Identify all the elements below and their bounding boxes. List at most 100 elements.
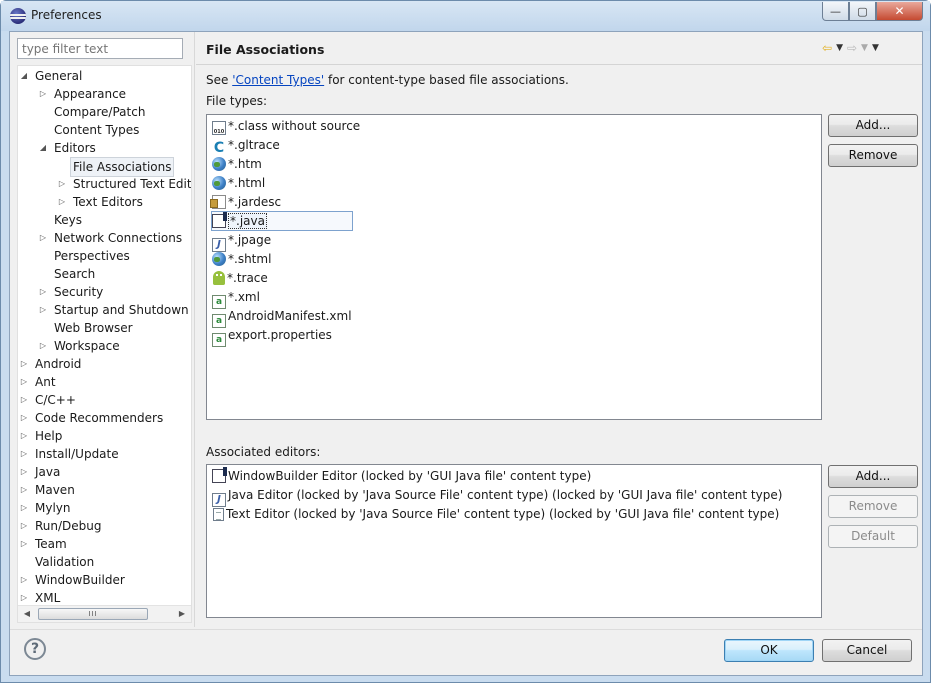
editor-row-label: Java Editor (locked by 'Java Source File… <box>228 488 783 502</box>
tree-collapsed-icon[interactable]: ▷ <box>19 517 29 535</box>
tree-item-label: General <box>35 69 83 83</box>
minimize-button[interactable]: — <box>822 2 849 21</box>
file-type-row[interactable]: *.trace <box>212 269 268 287</box>
file-type-row[interactable]: C *.gltrace <box>212 136 280 155</box>
file-type-row[interactable]: *.java <box>211 211 353 231</box>
cancel-button[interactable]: Cancel <box>822 639 912 662</box>
tree-collapsed-icon[interactable]: ▷ <box>19 571 29 589</box>
pane-divider[interactable] <box>194 32 195 627</box>
view-menu-icon[interactable]: ▼ <box>872 40 879 56</box>
tree-item[interactable]: ▷ Workspace <box>18 337 191 355</box>
tree-item[interactable]: Perspectives <box>18 247 191 265</box>
tree-collapsed-icon[interactable]: ▷ <box>57 175 67 193</box>
file-type-row[interactable]: *.shtml <box>212 250 271 268</box>
tree-item[interactable]: ▷ Text Editors <box>18 193 191 211</box>
tree-collapsed-icon[interactable]: ▷ <box>19 427 29 445</box>
tree-item[interactable]: ▷ Appearance <box>18 85 191 103</box>
tree-item[interactable]: Content Types <box>18 121 191 139</box>
preference-tree[interactable]: ◢ General ▷ Appearance Compare/Patch Content … <box>17 65 192 623</box>
tree-item[interactable]: ▷ Network Connections <box>18 229 191 247</box>
tree-item[interactable]: Validation <box>18 553 191 571</box>
tree-collapsed-icon[interactable]: ▷ <box>19 409 29 427</box>
tree-item[interactable]: ▷ Help <box>18 427 191 445</box>
tree-item[interactable]: ▷ Java <box>18 463 191 481</box>
associated-editors-list[interactable]: WindowBuilder Editor (locked by 'GUI Jav… <box>206 464 822 618</box>
tree-item[interactable]: ▷ Startup and Shutdown <box>18 301 191 319</box>
tree-item[interactable]: Web Browser <box>18 319 191 337</box>
title-bar[interactable]: Preferences — ▢ ✕ <box>1 1 930 31</box>
tree-collapsed-icon[interactable]: ▷ <box>38 283 48 301</box>
tree-collapsed-icon[interactable]: ▷ <box>38 85 48 103</box>
tree-collapsed-icon[interactable]: ▷ <box>38 229 48 247</box>
file-type-add-button[interactable]: Add... <box>828 114 918 137</box>
tree-collapsed-icon[interactable]: ▷ <box>38 337 48 355</box>
file-type-remove-button[interactable]: Remove <box>828 144 918 167</box>
tree-item[interactable]: ▷ Mylyn <box>18 499 191 517</box>
editor-row[interactable]: Text Editor (locked by 'Java Source File… <box>212 505 779 523</box>
maximize-button[interactable]: ▢ <box>849 2 876 21</box>
tree-item[interactable]: ▷ Structured Text Edit <box>18 175 191 193</box>
tree-collapsed-icon[interactable]: ▷ <box>19 355 29 373</box>
tree-expanded-icon[interactable]: ◢ <box>38 139 48 157</box>
forward-history-dropdown-icon[interactable]: ▼ <box>861 40 868 56</box>
tree-collapsed-icon[interactable]: ▷ <box>38 301 48 319</box>
back-arrow-icon[interactable]: ⇦ <box>822 40 832 56</box>
tree-item[interactable]: ◢ General <box>18 67 191 85</box>
content-types-link[interactable]: 'Content Types' <box>232 73 324 87</box>
editor-row[interactable]: WindowBuilder Editor (locked by 'GUI Jav… <box>212 467 591 485</box>
file-type-row[interactable]: a export.properties <box>212 326 332 347</box>
tree-item[interactable]: ▷ WindowBuilder <box>18 571 191 589</box>
file-type-row[interactable]: J *.jpage <box>212 231 271 252</box>
eclipse-icon <box>10 8 26 24</box>
close-button[interactable]: ✕ <box>876 2 923 21</box>
tree-item[interactable]: ▷ Team <box>18 535 191 553</box>
tree-item[interactable]: ▷ Install/Update <box>18 445 191 463</box>
tree-collapsed-icon[interactable]: ▷ <box>19 445 29 463</box>
editor-add-button[interactable]: Add... <box>828 465 918 488</box>
tree-horizontal-scrollbar[interactable]: ◀ III ▶ <box>18 605 191 622</box>
ok-button[interactable]: OK <box>724 639 814 662</box>
back-history-dropdown-icon[interactable]: ▼ <box>836 40 843 56</box>
xml-file-icon: a <box>212 333 226 347</box>
tree-item[interactable]: Search <box>18 265 191 283</box>
tree-collapsed-icon[interactable]: ▷ <box>19 499 29 517</box>
file-types-list[interactable]: 010 *.class without source C *.gltrace *.htm… <box>206 114 822 420</box>
tree-collapsed-icon[interactable]: ▷ <box>19 481 29 499</box>
tree-expanded-icon[interactable]: ◢ <box>19 67 29 85</box>
file-type-row[interactable]: a AndroidManifest.xml <box>212 307 352 328</box>
tree-item[interactable]: ▷ Run/Debug <box>18 517 191 535</box>
editor-remove-button[interactable]: Remove <box>828 495 918 518</box>
editor-row[interactable]: J Java Editor (locked by 'Java Source Fil… <box>212 486 783 507</box>
help-icon[interactable]: ? <box>24 638 46 660</box>
scroll-left-icon[interactable]: ◀ <box>20 607 34 621</box>
tree-collapsed-icon[interactable]: ▷ <box>19 463 29 481</box>
tree-item[interactable]: ▷ Code Recommenders <box>18 409 191 427</box>
tree-item[interactable]: File Associations <box>18 157 191 177</box>
file-type-row[interactable]: 010 *.class without source <box>212 117 360 135</box>
tree-item[interactable]: ▷ C/C++ <box>18 391 191 409</box>
file-type-row[interactable]: *.html <box>212 174 265 192</box>
forward-arrow-icon[interactable]: ⇨ <box>847 40 857 56</box>
tree-item[interactable]: ▷ Ant <box>18 373 191 391</box>
tree-collapsed-icon[interactable]: ▷ <box>19 535 29 553</box>
scroll-thumb[interactable]: III <box>38 608 148 620</box>
tree-item-label: Team <box>35 537 67 551</box>
file-types-label: File types: <box>206 94 267 108</box>
editor-default-button[interactable]: Default <box>828 525 918 548</box>
tree-collapsed-icon[interactable]: ▷ <box>57 193 67 211</box>
tree-item[interactable]: ▷ Android <box>18 355 191 373</box>
file-type-row[interactable]: *.jardesc <box>210 193 281 211</box>
tree-item[interactable]: ◢ Editors <box>18 139 191 157</box>
tree-item[interactable]: Compare/Patch <box>18 103 191 121</box>
file-type-row[interactable]: *.htm <box>212 155 262 173</box>
file-type-row-label: *.xml <box>228 290 260 304</box>
tree-item[interactable]: ▷ Security <box>18 283 191 301</box>
tree-item[interactable]: Keys <box>18 211 191 229</box>
tree-collapsed-icon[interactable]: ▷ <box>19 391 29 409</box>
scroll-right-icon[interactable]: ▶ <box>175 607 189 621</box>
tree-item[interactable]: ▷ Maven <box>18 481 191 499</box>
filter-input[interactable] <box>17 38 183 59</box>
file-type-row[interactable]: a *.xml <box>212 288 260 309</box>
associated-editors-label: Associated editors: <box>206 445 321 459</box>
tree-collapsed-icon[interactable]: ▷ <box>19 373 29 391</box>
